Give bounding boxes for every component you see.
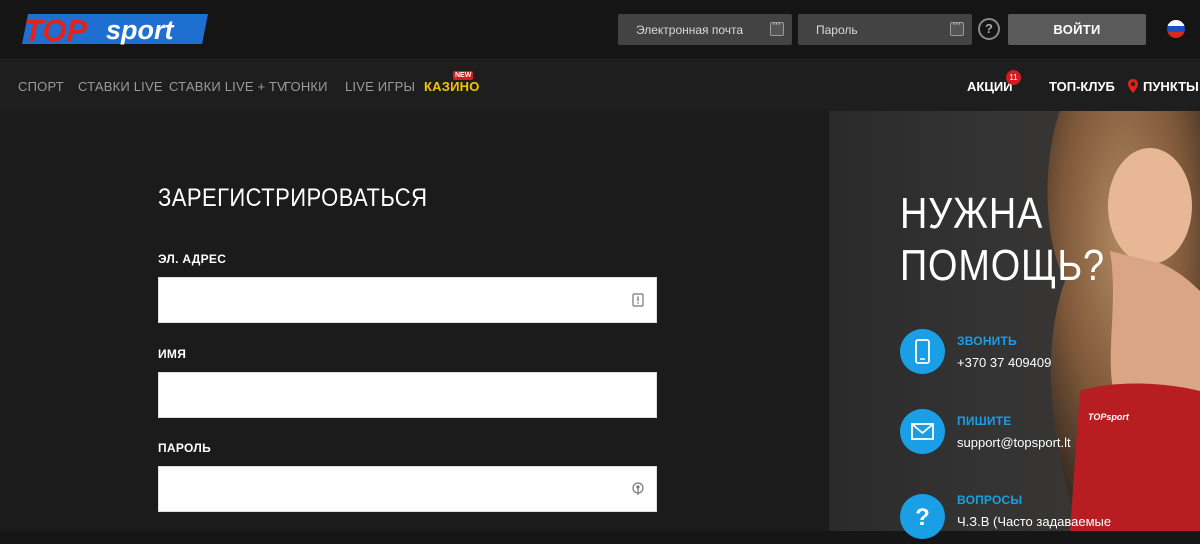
key-icon[interactable] bbox=[632, 482, 644, 496]
new-badge: NEW bbox=[453, 71, 474, 80]
russian-flag-icon[interactable] bbox=[1167, 20, 1185, 38]
faq-label: ВОПРОСЫ bbox=[957, 493, 1023, 507]
topsport-logo[interactable]: TOP sport bbox=[22, 12, 208, 46]
question-icon[interactable]: ? bbox=[900, 494, 945, 539]
name-input[interactable] bbox=[159, 373, 656, 417]
password-input[interactable] bbox=[159, 467, 656, 511]
email-placeholder: Электронная почта bbox=[636, 23, 744, 37]
call-value[interactable]: +370 37 409409 bbox=[957, 355, 1051, 370]
faq-value[interactable]: Ч.З.В (Часто задаваемые bbox=[957, 514, 1111, 529]
help-question-icon[interactable]: ? bbox=[978, 18, 1000, 40]
help-title-line2: ПОМОЩЬ? bbox=[900, 241, 1105, 290]
nav-item-races[interactable]: ГОНКИ bbox=[284, 79, 328, 94]
location-pin-icon bbox=[1128, 79, 1138, 93]
password-label: ПАРОЛЬ bbox=[158, 441, 212, 455]
login-email-field[interactable]: Электронная почта bbox=[618, 14, 792, 45]
email-icon[interactable] bbox=[900, 409, 945, 454]
registration-title: ЗАРЕГИСТРИРОВАТЬСЯ bbox=[158, 184, 428, 212]
phone-icon[interactable] bbox=[900, 329, 945, 374]
autofill-icon[interactable] bbox=[770, 18, 784, 36]
help-panel: TOPsport bbox=[829, 111, 1200, 531]
name-label: ИМЯ bbox=[158, 347, 187, 361]
logo-top-text: TOP bbox=[24, 13, 87, 46]
svg-text:?: ? bbox=[915, 504, 930, 531]
write-label: ПИШИТЕ bbox=[957, 414, 1012, 428]
call-label: ЗВОНИТЬ bbox=[957, 334, 1017, 348]
model-photo: TOPsport bbox=[1047, 111, 1200, 531]
nav-item-promotions[interactable]: АКЦИИ bbox=[967, 79, 1013, 94]
nav-item-casino[interactable]: КАЗИНО bbox=[424, 79, 480, 94]
info-icon bbox=[632, 293, 644, 307]
top-header: TOP sport Электронная почта Пароль ? ВОЙ… bbox=[0, 0, 1200, 60]
password-placeholder: Пароль bbox=[816, 23, 858, 37]
shirt-logo-text: TOPsport bbox=[1088, 412, 1130, 422]
help-title: НУЖНА ПОМОЩЬ? bbox=[900, 188, 1105, 292]
email-label: ЭЛ. АДРЕС bbox=[158, 252, 227, 266]
help-title-line1: НУЖНА bbox=[900, 189, 1044, 238]
nav-item-live-games[interactable]: LIVE ИГРЫ bbox=[345, 79, 415, 94]
name-field[interactable] bbox=[158, 372, 657, 418]
nav-item-live-bets[interactable]: СТАВКИ LIVE bbox=[78, 79, 163, 94]
nav-item-live-tv[interactable]: СТАВКИ LIVE + TV bbox=[169, 79, 286, 94]
login-password-field[interactable]: Пароль bbox=[798, 14, 972, 45]
autofill-icon[interactable] bbox=[950, 18, 964, 36]
nav-item-sport[interactable]: СПОРТ bbox=[18, 79, 64, 94]
main-nav: СПОРТ СТАВКИ LIVE СТАВКИ LIVE + TV ГОНКИ… bbox=[0, 61, 1200, 111]
email-input[interactable] bbox=[159, 278, 656, 322]
nav-item-points[interactable]: ПУНКТЫ bbox=[1143, 79, 1199, 94]
email-field[interactable] bbox=[158, 277, 657, 323]
password-field[interactable] bbox=[158, 466, 657, 512]
promotions-count-badge: 11 bbox=[1006, 70, 1021, 85]
login-button[interactable]: ВОЙТИ bbox=[1008, 14, 1146, 45]
logo-sport-text: sport bbox=[106, 15, 175, 45]
write-value[interactable]: support@topsport.lt bbox=[957, 435, 1071, 450]
nav-item-top-club[interactable]: ТОП-КЛУБ bbox=[1049, 79, 1115, 94]
